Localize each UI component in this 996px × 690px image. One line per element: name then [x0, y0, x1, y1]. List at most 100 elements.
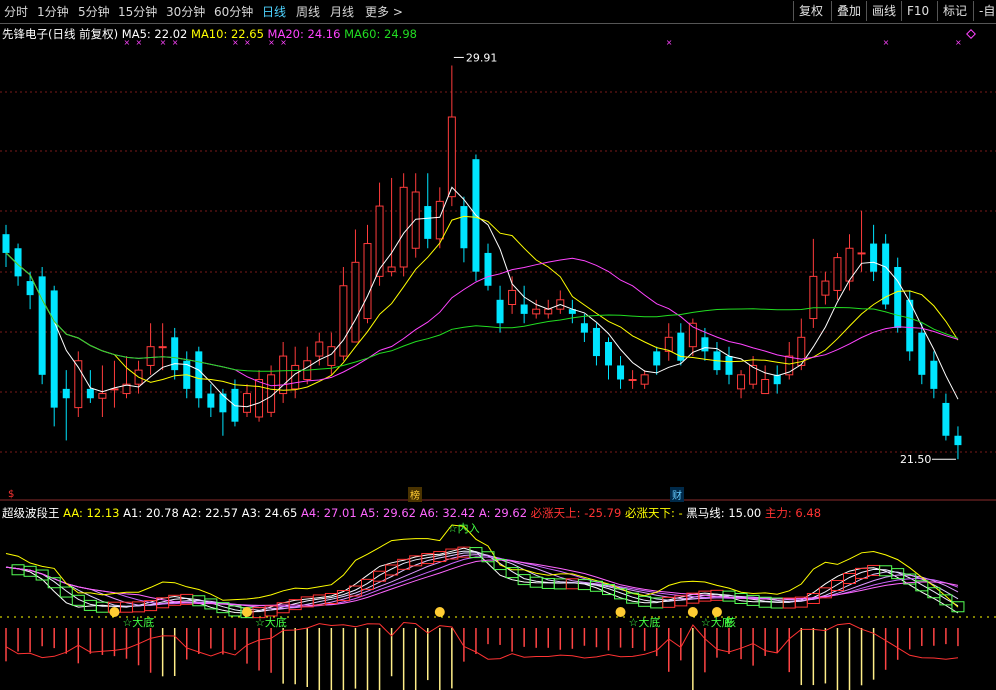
- candle-body-49: [592, 327, 600, 357]
- candle-body-76: [918, 332, 926, 375]
- candle-body-43: [520, 304, 528, 314]
- top-event-marker-6: ×: [268, 38, 275, 47]
- candle-body-48: [580, 323, 588, 333]
- indicator-legend: 超级波段王 AA: 12.13 A1: 20.78 A2: 22.57 A3: …: [2, 505, 821, 521]
- candle-body-38: [460, 206, 468, 249]
- candle-body-67: [809, 275, 818, 320]
- indicator-value-11: 主力: 6.48: [761, 506, 822, 520]
- candle-body-29: [351, 261, 360, 343]
- low-price-label: 21.50: [900, 453, 932, 466]
- candle-body-54: [653, 351, 661, 366]
- step-box-8: [95, 601, 109, 613]
- candle-body-61: [737, 374, 746, 390]
- indicator-value-7: A: 29.62: [475, 506, 528, 520]
- step-box-46: [553, 578, 567, 590]
- candle-body-69: [833, 257, 842, 291]
- bottom-annotation-2: ☆内入: [448, 521, 480, 535]
- candle-body-27: [327, 346, 336, 366]
- top-event-marker-0: ×: [124, 38, 131, 47]
- candle-body-68: [821, 280, 830, 296]
- candle-body-60: [725, 356, 733, 375]
- candle-body-64: [773, 374, 781, 385]
- candle-body-79: [954, 435, 962, 446]
- candle-body-14: [171, 337, 179, 371]
- candle-body-34: [411, 191, 420, 249]
- step-box-3: [35, 569, 49, 581]
- indicator-value-2: A2: 22.57: [178, 506, 239, 520]
- candle-body-26: [315, 341, 324, 357]
- indicator-value-6: A6: 32.42: [415, 506, 476, 520]
- candle-body-3: [38, 276, 46, 375]
- candle-body-7: [86, 388, 94, 399]
- step-box-11: [132, 601, 146, 613]
- candle-body-2: [26, 281, 34, 296]
- candle-body-33: [399, 186, 408, 268]
- candle-body-42: [508, 289, 517, 305]
- candle-body-24: [291, 364, 300, 390]
- candle-body-16: [195, 351, 203, 399]
- bottom-annotation-0: ☆大底: [122, 615, 154, 629]
- top-event-marker-9: ×: [883, 38, 890, 47]
- candle-body-52: [628, 379, 637, 381]
- top-event-marker-10: ×: [955, 38, 962, 47]
- candle-body-72: [870, 243, 878, 272]
- indicator-value-8: 必涨天上: -25.79: [527, 506, 622, 520]
- candle-body-28: [339, 285, 348, 357]
- bang-marker[interactable]: 榜: [408, 487, 422, 502]
- top-right-diamond: [966, 29, 976, 39]
- indicator-title: 超级波段王: [2, 506, 60, 520]
- candle-body-8: [98, 393, 107, 399]
- indicator-value-4: A4: 27.01: [297, 506, 357, 520]
- candle-body-53: [640, 374, 649, 385]
- dollar-marker[interactable]: $: [6, 489, 16, 500]
- indicator-value-10: 黑马线: 15.00: [682, 506, 762, 520]
- candle-body-13: [158, 346, 167, 349]
- candle-body-45: [544, 308, 553, 315]
- candle-body-50: [605, 342, 612, 366]
- step-box-5: [59, 586, 73, 598]
- candle-body-18: [219, 393, 227, 413]
- indicator-value-1: A1: 20.78: [119, 506, 179, 520]
- candle-body-44: [532, 308, 541, 315]
- indicator-value-0: AA: 12.13: [63, 506, 120, 520]
- candle-body-58: [701, 337, 709, 352]
- candle-body-63: [761, 379, 770, 395]
- candle-body-37: [447, 116, 456, 198]
- bottom-signal-dot-5: [711, 607, 722, 617]
- candle-body-71: [857, 252, 866, 255]
- candle-body-5: [62, 388, 70, 399]
- candle-body-4: [50, 290, 58, 408]
- candle-body-32: [387, 266, 396, 273]
- bottom-annotation-5: 核: [725, 615, 736, 629]
- bottom-signal-dot-2: [434, 607, 445, 617]
- candle-body-77: [930, 360, 938, 389]
- candle-body-21: [255, 379, 264, 418]
- top-event-marker-8: ×: [666, 38, 673, 47]
- high-price-label: 29.91: [466, 51, 498, 64]
- chart-canvas: 29.9121.50× × × × × × × × × × ×☆大底 ☆大底☆内入☆大底 ☆大底核: [0, 29, 996, 690]
- top-event-marker-1: ×: [136, 38, 143, 47]
- envelope-line: [5, 524, 959, 608]
- top-event-marker-5: ×: [244, 38, 251, 47]
- indicator-value-3: A3: 24.65: [238, 506, 298, 520]
- candle-body-36: [435, 200, 444, 240]
- bottom-signal-dot-1: [242, 607, 252, 617]
- cai-marker[interactable]: 财: [670, 487, 684, 502]
- candle-body-12: [146, 346, 155, 366]
- candle-body-30: [363, 243, 372, 320]
- candle-body-40: [484, 252, 492, 286]
- bottom-signal-dot-4: [687, 607, 698, 617]
- candle-body-78: [942, 402, 950, 436]
- indicator-value-5: A5: 29.62: [356, 506, 416, 520]
- indicator-value-9: 必涨天下: -: [621, 506, 683, 520]
- top-event-marker-7: ×: [280, 38, 287, 47]
- bottom-signal-dot-3: [615, 607, 626, 617]
- candle-body-0: [2, 234, 10, 253]
- top-event-marker-4: ×: [232, 38, 239, 47]
- candle-body-55: [664, 336, 673, 352]
- candle-body-41: [496, 299, 504, 324]
- top-event-marker-2: ×: [160, 38, 167, 47]
- bottom-annotation-3: ☆大底: [629, 615, 661, 629]
- candle-body-17: [207, 393, 215, 408]
- bottom-annotation-1: ☆大底: [255, 615, 287, 629]
